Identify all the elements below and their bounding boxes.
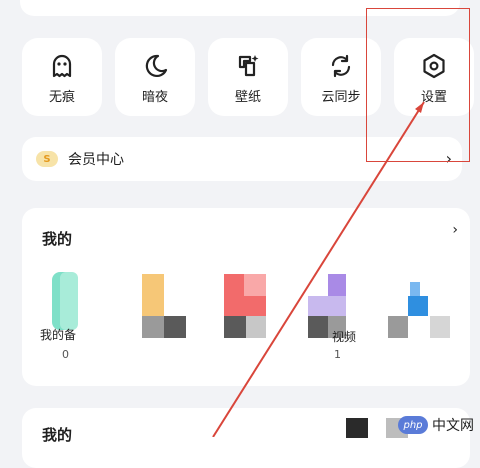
content-item-count: 1: [334, 348, 341, 361]
sync-icon: [331, 54, 351, 78]
content-item-count: 0: [62, 348, 69, 361]
night-mode-label: 暗夜: [141, 90, 168, 105]
wallpaper-label: 壁纸: [234, 90, 261, 105]
watermark-text: 中文网: [432, 418, 474, 434]
highlight-box: [366, 8, 470, 162]
watermark: php 中文网: [398, 415, 474, 435]
cloud-sync-label: 云同步: [321, 90, 361, 105]
section-title: 我的: [42, 230, 73, 248]
incognito-label: 无痕: [48, 90, 75, 105]
content-item-label: 视频: [332, 330, 357, 344]
incognito-button[interactable]: 无痕: [22, 38, 102, 116]
chevron-icon: ›: [452, 222, 458, 238]
my-content-section: 我的 › 我的备 0 视频 1: [22, 208, 470, 386]
ghost-icon: [52, 54, 72, 78]
member-coin-icon: S: [36, 151, 58, 167]
wallpaper-icon: [238, 55, 259, 77]
php-logo-icon: php: [398, 416, 428, 434]
content-item-label: 我的备: [40, 328, 77, 342]
wallpaper-button[interactable]: 壁纸: [208, 38, 288, 116]
member-center-label: 会员中心: [68, 152, 124, 168]
section-title: 我的: [42, 426, 73, 444]
moon-icon: [145, 54, 168, 77]
night-mode-button[interactable]: 暗夜: [115, 38, 195, 116]
